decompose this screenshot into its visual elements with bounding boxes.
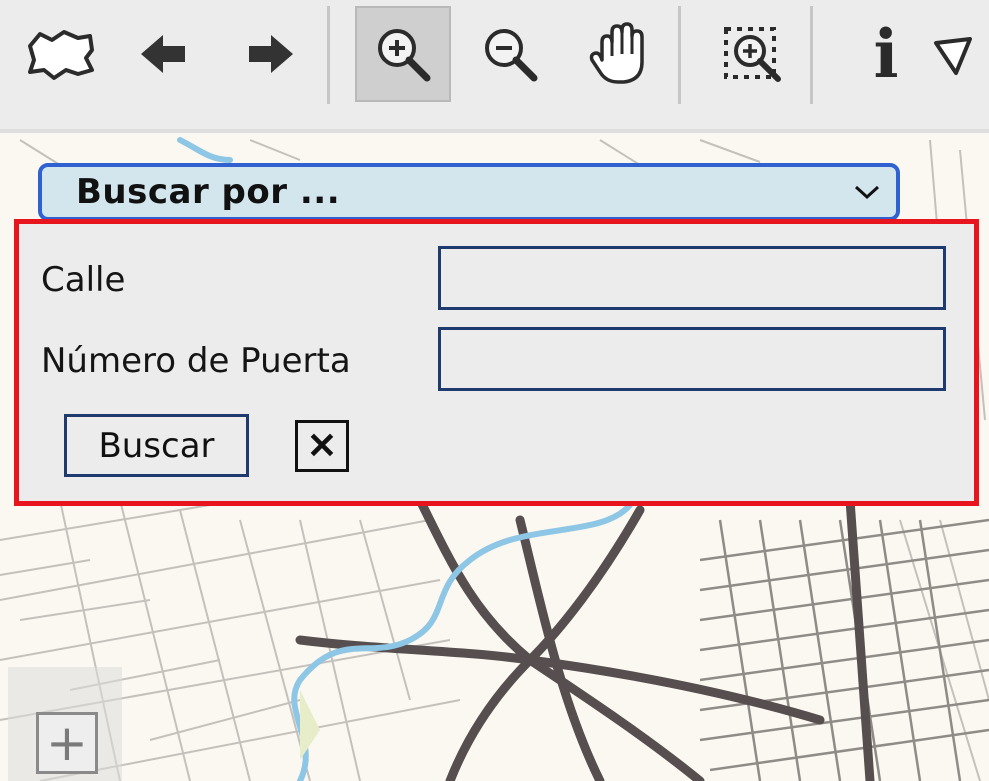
plus-icon: +	[46, 714, 88, 772]
zoom-out-icon	[485, 29, 538, 82]
address-search-panel: Calle Número de Puerta Buscar ✕	[14, 219, 979, 506]
chevron-down-icon	[854, 185, 880, 200]
select-tool-button[interactable]	[930, 6, 989, 102]
close-panel-button[interactable]: ✕	[295, 420, 349, 472]
zoom-out-tool-button[interactable]	[462, 6, 558, 102]
toolbar-separator	[678, 6, 681, 104]
zoom-in-icon	[378, 29, 431, 82]
next-extent-button[interactable]	[223, 6, 319, 102]
full-extent-button[interactable]	[12, 6, 108, 102]
info-tool-button[interactable]: i	[838, 6, 934, 102]
toolbar-separator	[327, 6, 330, 104]
zoom-in-button[interactable]: +	[36, 712, 98, 774]
door-number-label: Número de Puerta	[41, 341, 351, 381]
zoom-to-selection-button[interactable]	[705, 6, 801, 102]
door-number-input[interactable]	[438, 327, 946, 391]
zoom-to-selection-icon	[724, 27, 781, 82]
street-label: Calle	[41, 260, 126, 300]
back-arrow-icon	[141, 35, 185, 73]
info-icon: i	[873, 15, 899, 93]
grid-streets	[699, 518, 989, 781]
park-area	[300, 690, 320, 760]
zoom-in-tool-button[interactable]	[355, 6, 451, 102]
map-extent-icon	[28, 30, 94, 80]
map-toolbar: i	[0, 0, 989, 133]
previous-extent-button[interactable]	[115, 6, 211, 102]
pan-tool-button[interactable]	[572, 6, 668, 102]
pan-hand-icon	[589, 22, 644, 84]
toolbar-separator	[810, 6, 813, 104]
forward-arrow-icon	[249, 35, 293, 73]
search-by-label: Buscar por ...	[76, 172, 341, 212]
street-input[interactable]	[438, 246, 946, 310]
select-arrow-icon	[934, 37, 972, 75]
zoom-control: +	[8, 667, 122, 781]
search-by-dropdown[interactable]: Buscar por ...	[38, 163, 900, 221]
close-icon: ✕	[306, 425, 338, 466]
search-button[interactable]: Buscar	[64, 414, 249, 477]
